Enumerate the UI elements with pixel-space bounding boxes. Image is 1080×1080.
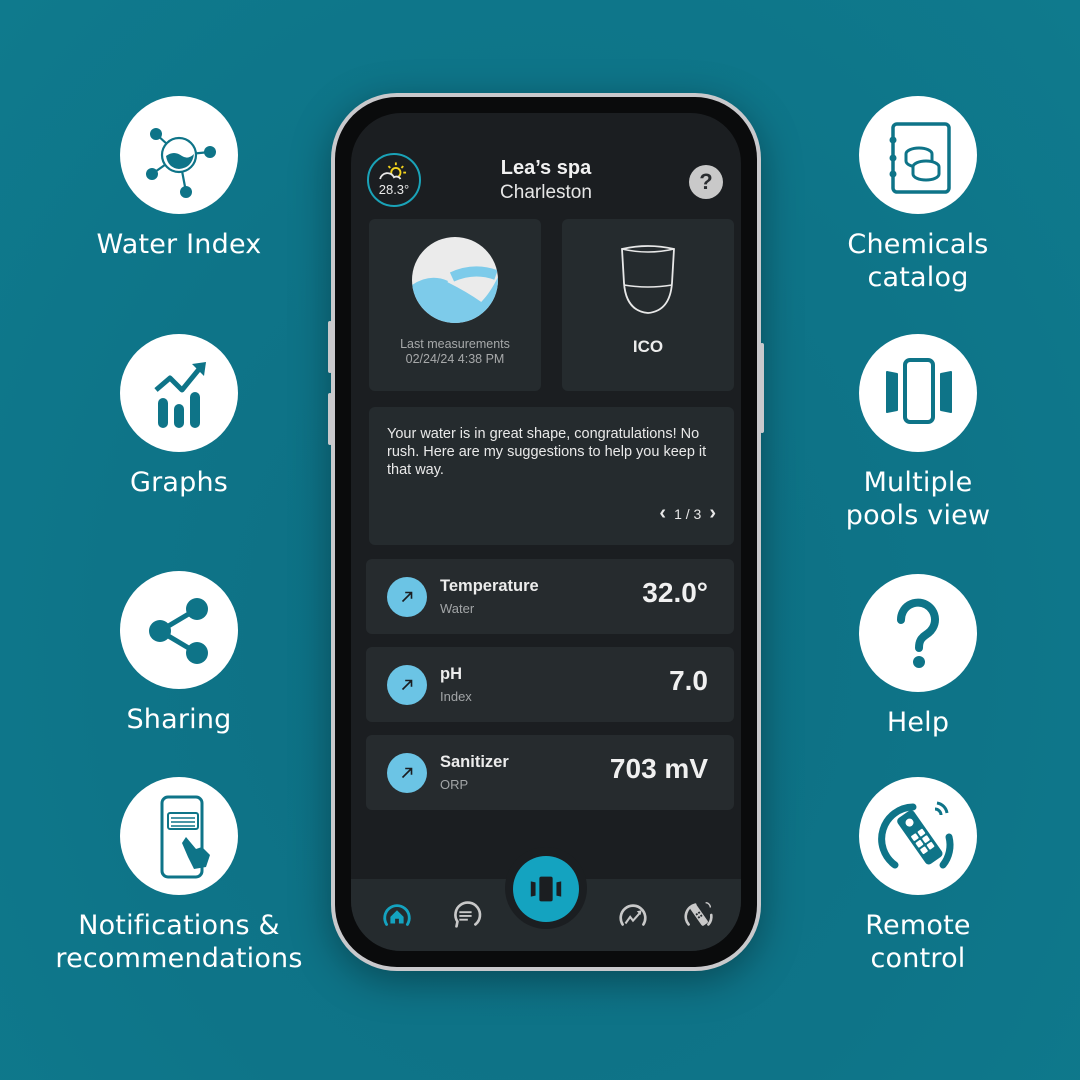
pool-name: Lea’s spa bbox=[500, 157, 592, 179]
pool-location: Charleston bbox=[500, 182, 592, 203]
metric-name: Sanitizer bbox=[440, 753, 509, 771]
app-header: 28.3° Lea’s spa Charleston ? bbox=[351, 143, 741, 213]
multiple-pools-button[interactable] bbox=[513, 856, 579, 922]
nav-remote-control[interactable] bbox=[679, 897, 719, 933]
water-index-icon bbox=[120, 96, 238, 214]
power-button bbox=[760, 343, 764, 433]
device-card[interactable]: ICO bbox=[562, 219, 734, 391]
feature-label: Multiple pools view bbox=[845, 467, 991, 531]
metric-ph[interactable]: pH Index 7.0 bbox=[366, 647, 734, 722]
home-icon bbox=[383, 904, 411, 926]
phone-frame: 28.3° Lea’s spa Charleston ? Last measur… bbox=[328, 93, 764, 971]
device-name: ICO bbox=[632, 337, 664, 356]
last-measurements-timestamp: 02/24/24 4:38 PM bbox=[405, 352, 505, 366]
metric-name: Temperature bbox=[440, 577, 539, 595]
feature-sharing: Sharing bbox=[49, 571, 309, 736]
help-icon bbox=[859, 574, 977, 692]
metric-value: 32.0° bbox=[642, 577, 708, 608]
messages-icon bbox=[454, 901, 482, 928]
notification-icon bbox=[120, 777, 238, 895]
metric-name: pH bbox=[440, 665, 462, 683]
graphs-icon bbox=[120, 334, 238, 452]
bottom-navigation bbox=[351, 847, 741, 951]
remote-control-icon bbox=[859, 777, 977, 895]
nav-graphs[interactable] bbox=[613, 897, 653, 933]
previous-recommendation-button[interactable]: ‹ bbox=[659, 502, 666, 525]
share-icon bbox=[120, 571, 238, 689]
feature-water-index: Water Index bbox=[49, 96, 309, 261]
feature-chemicals-catalog: Chemicals catalog bbox=[788, 96, 1048, 294]
ico-device-icon bbox=[621, 245, 675, 314]
remote-control-icon bbox=[684, 902, 713, 926]
feature-multiple-pools: Multiple pools view bbox=[788, 334, 1048, 532]
help-button[interactable]: ? bbox=[689, 165, 723, 199]
next-recommendation-button[interactable]: › bbox=[709, 502, 716, 525]
metric-subtitle: Water bbox=[440, 601, 475, 616]
recommendation-pager: ‹ 1 / 3 › bbox=[659, 502, 716, 525]
feature-label: Graphs bbox=[129, 467, 229, 498]
last-measurements-info: Last measurements 02/24/24 4:38 PM bbox=[369, 337, 541, 367]
pool-title-block: Lea’s spa Charleston bbox=[351, 157, 741, 204]
multiple-pools-icon bbox=[859, 334, 977, 452]
metric-subtitle: Index bbox=[440, 689, 472, 704]
nav-messages[interactable] bbox=[445, 897, 485, 933]
water-quality-icon bbox=[412, 237, 498, 323]
feature-remote-control: Remote control bbox=[788, 777, 1048, 975]
graphs-icon bbox=[619, 904, 647, 926]
feature-graphs: Graphs bbox=[49, 334, 309, 499]
feature-label: Notifications & recommendations bbox=[55, 910, 303, 974]
recommendation-page-indicator: 1 / 3 bbox=[674, 505, 702, 522]
feature-label: Remote control bbox=[865, 910, 971, 974]
app-screen: 28.3° Lea’s spa Charleston ? Last measur… bbox=[351, 113, 741, 951]
trend-arrow-icon bbox=[387, 577, 427, 617]
metric-sanitizer[interactable]: Sanitizer ORP 703 mV bbox=[366, 735, 734, 810]
volume-up-button bbox=[328, 321, 332, 373]
feature-label: Help bbox=[886, 707, 950, 738]
recommendation-text: Your water is in great shape, congratula… bbox=[387, 426, 707, 478]
feature-notifications: Notifications & recommendations bbox=[49, 777, 309, 975]
feature-help: Help bbox=[788, 574, 1048, 739]
volume-down-button bbox=[328, 393, 332, 445]
feature-label: Water Index bbox=[96, 229, 262, 260]
trend-arrow-icon bbox=[387, 665, 427, 705]
metric-subtitle: ORP bbox=[440, 777, 469, 792]
chemicals-catalog-icon bbox=[859, 96, 977, 214]
metric-value: 703 mV bbox=[609, 753, 708, 784]
feature-label: Sharing bbox=[126, 704, 232, 735]
nav-home[interactable] bbox=[377, 897, 417, 933]
metric-temperature[interactable]: Temperature Water 32.0° bbox=[366, 559, 734, 634]
metric-value: 7.0 bbox=[669, 665, 708, 696]
feature-label: Chemicals catalog bbox=[847, 229, 989, 293]
last-measurements-card[interactable]: Last measurements 02/24/24 4:38 PM bbox=[369, 219, 541, 391]
trend-arrow-icon bbox=[387, 753, 427, 793]
multiple-pools-icon bbox=[530, 876, 562, 902]
recommendation-card: Your water is in great shape, congratula… bbox=[369, 407, 734, 545]
last-measurements-label: Last measurements bbox=[400, 337, 510, 351]
